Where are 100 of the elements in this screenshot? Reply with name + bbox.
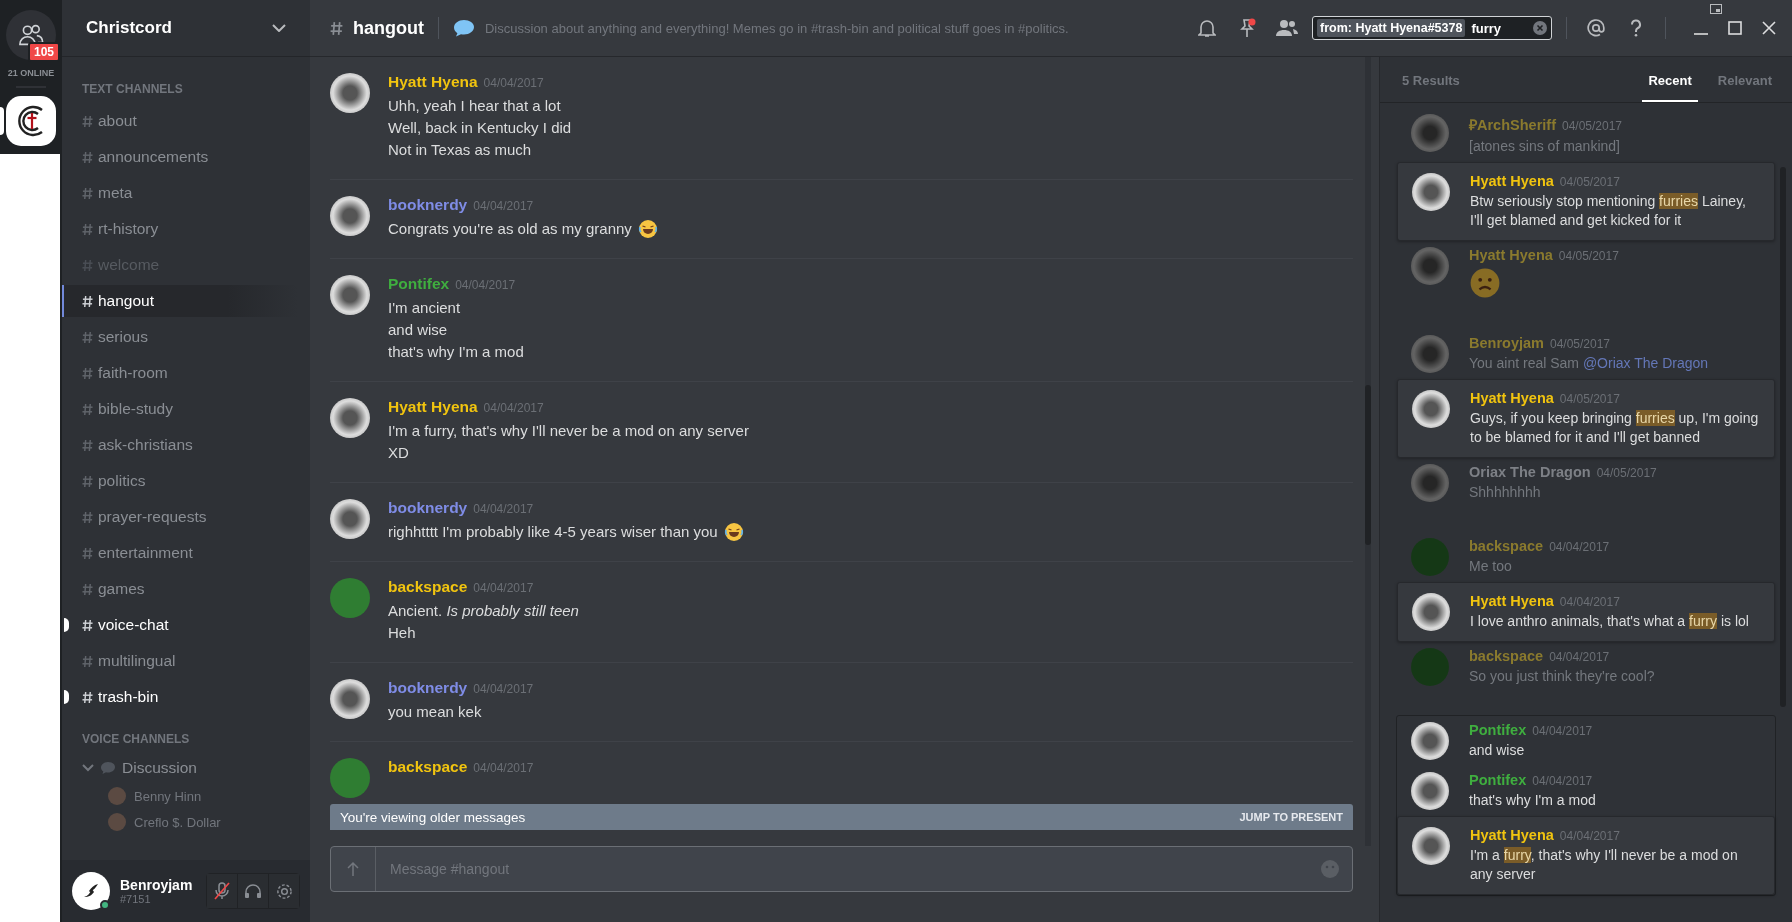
channel-name: rt-history xyxy=(98,220,159,238)
message-text: XD xyxy=(388,443,409,463)
avatar-photo xyxy=(1412,390,1450,428)
author-name: backspace xyxy=(388,578,468,596)
channel-title: hangout xyxy=(353,17,424,39)
hash-icon xyxy=(330,20,343,36)
server-icon[interactable] xyxy=(6,96,56,146)
channel-item[interactable]: about xyxy=(62,105,298,137)
unread-indicator xyxy=(64,690,69,704)
author-name: Hyatt Hyena xyxy=(1470,390,1554,406)
message-date: 04/05/2017 xyxy=(1596,466,1657,480)
avatar-photo xyxy=(330,679,370,719)
default-avatar xyxy=(330,578,370,618)
user-tag: #7151 xyxy=(120,893,193,905)
jump-to-present-link[interactable]: JUMP TO PRESENT xyxy=(1239,811,1343,823)
avatar-photo xyxy=(1412,173,1450,211)
channel-item[interactable]: meta xyxy=(62,177,298,209)
message-text: that's why I'm a mod xyxy=(1469,791,1597,810)
message-date: 04/04/2017 xyxy=(1532,724,1593,738)
channel-name: games xyxy=(98,580,145,598)
notification-badge: 105 xyxy=(27,42,60,62)
banner-text: You're viewing older messages xyxy=(340,809,526,825)
upload-icon xyxy=(345,860,361,878)
channel-item[interactable]: bible-study xyxy=(62,393,298,425)
voice-channel-name: Discussion xyxy=(122,759,197,777)
message-text: I'm ancient xyxy=(388,298,461,318)
message-text: [atones sins of mankind] xyxy=(1469,137,1621,156)
channel-name: multilingual xyxy=(98,652,176,670)
category-label: TEXT CHANNELS xyxy=(82,81,184,98)
channel-item[interactable]: faith-room xyxy=(62,357,298,389)
member-name: Benny Hinn xyxy=(134,788,202,804)
hash-icon xyxy=(82,654,93,668)
author-name: Pontifex xyxy=(388,275,450,293)
channel-item[interactable]: entertainment xyxy=(62,537,298,569)
channel-item[interactable]: prayer-requests xyxy=(62,501,298,533)
voice-member[interactable]: Creflo $. Dollar xyxy=(108,811,310,833)
channel-item[interactable]: politics xyxy=(62,465,298,497)
avatar-photo xyxy=(330,398,370,438)
avatar-photo xyxy=(1411,114,1449,152)
author-name: Hyatt Hyena xyxy=(1469,247,1553,263)
author-name: backspace xyxy=(388,758,468,776)
channel-item[interactable]: voice-chat xyxy=(62,609,298,641)
clear-icon xyxy=(1533,21,1547,35)
message-date: 04/05/2017 xyxy=(1561,119,1623,133)
default-avatar xyxy=(330,758,370,798)
channel-item[interactable]: multilingual xyxy=(62,645,298,677)
channel-item[interactable]: announcements xyxy=(62,141,298,173)
mention-link[interactable]: @Oriax The Dragon xyxy=(1582,355,1709,371)
channel-item[interactable]: games xyxy=(62,573,298,605)
author-name: ₽ArchSheriff xyxy=(1469,116,1556,134)
settings-icon xyxy=(275,882,293,900)
channel-name: meta xyxy=(98,184,133,202)
channel-name: faith-room xyxy=(98,364,168,382)
author-name: Hyatt Hyena xyxy=(1470,593,1554,609)
author-name: booknerdy xyxy=(388,196,468,214)
member-name: Creflo $. Dollar xyxy=(134,814,221,830)
message-text: that's why I'm a mod xyxy=(388,342,524,362)
hash-icon xyxy=(82,294,93,308)
muted-mic-icon xyxy=(214,882,230,900)
avatar-photo xyxy=(330,73,370,113)
avatar-photo xyxy=(108,787,126,805)
message-text: righhtttt I'm probably like 4-5 years wiser than you xyxy=(388,522,718,542)
message-text: and wise xyxy=(1469,741,1526,760)
channel-name: serious xyxy=(98,328,148,346)
sort-tab[interactable]: Recent xyxy=(1642,73,1698,102)
hash-icon xyxy=(82,582,93,596)
server-name: Christcord xyxy=(86,18,172,38)
message-text: and wise xyxy=(388,320,448,340)
hash-icon xyxy=(82,438,93,452)
channel-name: politics xyxy=(98,472,146,490)
avatar-photo xyxy=(1411,247,1449,285)
message-text: So you just think they're cool? xyxy=(1469,667,1656,686)
hash-icon xyxy=(82,258,93,272)
question-mark-icon xyxy=(1630,19,1642,37)
channel-name: bible-study xyxy=(98,400,173,418)
message-text: Well, back in Kentucky I did xyxy=(388,118,572,138)
default-avatar xyxy=(1411,538,1449,576)
avatar-photo xyxy=(1411,772,1449,810)
author-name: Pontifex xyxy=(1469,772,1527,788)
sort-tab[interactable]: Relevant xyxy=(1711,73,1778,102)
avatar-photo xyxy=(1411,464,1449,502)
channel-item[interactable]: ask-christians xyxy=(62,429,298,461)
status-dot xyxy=(100,900,110,910)
message-date: 04/05/2017 xyxy=(1549,337,1610,351)
message-text: I'm a furry, that's why I'll never be a mod on any server xyxy=(388,421,749,441)
speech-bubble-icon xyxy=(100,761,116,775)
channel-item[interactable]: trash-bin xyxy=(62,681,298,713)
channel-name: trash-bin xyxy=(98,688,159,706)
channel-item[interactable]: serious xyxy=(62,321,298,353)
hash-icon xyxy=(82,186,93,200)
mute-button[interactable] xyxy=(207,874,238,908)
voice-member[interactable]: Benny Hinn xyxy=(108,785,310,807)
search-field[interactable]: from: Hyatt Hyena#5378 furry xyxy=(1312,16,1552,40)
unread-indicator xyxy=(64,618,69,632)
at-sign-icon xyxy=(1587,19,1605,37)
channel-name: ask-christians xyxy=(98,436,193,454)
voice-channel[interactable]: Discussion xyxy=(82,755,310,781)
search-filter: from: Hyatt Hyena#5378 xyxy=(1317,19,1466,37)
channel-item[interactable]: rt-history xyxy=(62,213,298,245)
message-text: I'm a furry, that's why I'll never be a mod on any server xyxy=(1470,846,1739,884)
